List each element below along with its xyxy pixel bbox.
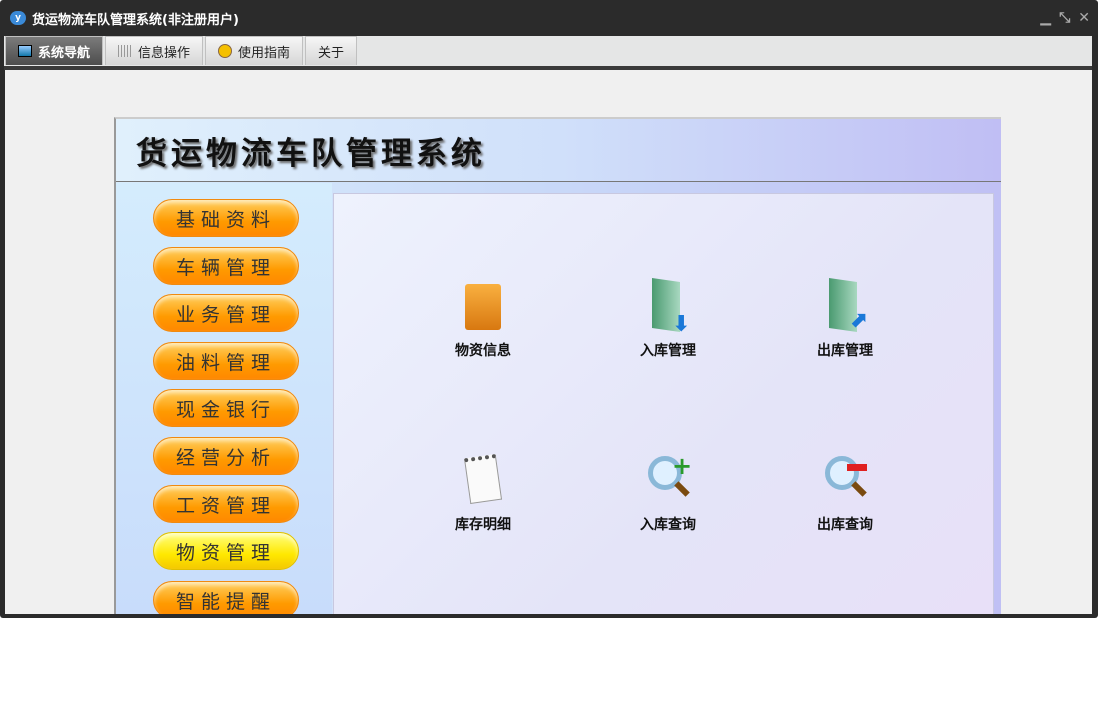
item-material-info[interactable]: 物资信息: [433, 278, 533, 360]
content-area: 货运物流车队管理系统 基础资料 车辆管理 业务管理 油料管理 现金银行 经营分析…: [5, 70, 1092, 614]
menu-analysis[interactable]: 经营分析: [153, 437, 299, 475]
main-panel: 货运物流车队管理系统 基础资料 车辆管理 业务管理 油料管理 现金银行 经营分析…: [114, 117, 1001, 614]
app-title: 货运物流车队管理系统: [136, 135, 486, 172]
menu-basic-data[interactable]: 基础资料: [153, 199, 299, 237]
window-title: 货运物流车队管理系统(非注册用户): [32, 12, 239, 28]
item-label: 出库管理: [817, 343, 873, 359]
restore-icon[interactable]: ⤡: [1059, 10, 1070, 26]
menu-salary[interactable]: 工资管理: [153, 485, 299, 523]
folder-out-icon: ⬈: [821, 278, 869, 334]
tab-label: 使用指南: [238, 45, 291, 61]
help-icon: [218, 44, 233, 58]
menu-fuel[interactable]: 油料管理: [153, 342, 299, 380]
item-label: 入库管理: [640, 343, 696, 359]
title-bar: y 货运物流车队管理系统(非注册用户): [0, 0, 1098, 36]
item-stock-detail[interactable]: 库存明细: [433, 452, 533, 534]
item-outbound-query[interactable]: 出库查询: [795, 452, 895, 534]
side-menu: 基础资料 车辆管理 业务管理 油料管理 现金银行 经营分析 工资管理 物资管理 …: [116, 183, 332, 614]
close-icon[interactable]: ✕: [1078, 10, 1090, 26]
tab-label: 信息操作: [138, 45, 191, 61]
item-label: 库存明细: [455, 517, 511, 533]
tab-info-ops[interactable]: 信息操作: [105, 36, 204, 65]
menu-materials[interactable]: 物资管理: [153, 532, 299, 570]
function-panel: 物资信息 ⬇ 入库管理 ⬈ 出库管理 库存明细 + 入库查询 出库查询: [333, 193, 994, 614]
tab-label: 关于: [318, 45, 345, 61]
app-window: y 货运物流车队管理系统(非注册用户) ▁ ⤡ ✕ 系统导航 信息操作 使用指南…: [0, 0, 1098, 618]
tab-guide[interactable]: 使用指南: [205, 36, 304, 65]
tab-system-nav[interactable]: 系统导航: [5, 36, 104, 65]
notepad-icon: [459, 452, 507, 508]
boxes-icon: [459, 278, 507, 334]
item-inbound-query[interactable]: + 入库查询: [618, 452, 718, 534]
item-outbound[interactable]: ⬈ 出库管理: [795, 278, 895, 360]
menu-cash-bank[interactable]: 现金银行: [153, 389, 299, 427]
grid-icon: [118, 45, 133, 57]
zoom-in-icon: +: [644, 452, 692, 508]
app-logo-icon: y: [10, 11, 26, 25]
item-inbound[interactable]: ⬇ 入库管理: [618, 278, 718, 360]
menu-reminder[interactable]: 智能提醒: [153, 581, 299, 614]
menu-business[interactable]: 业务管理: [153, 294, 299, 332]
item-label: 出库查询: [817, 517, 873, 533]
app-header: 货运物流车队管理系统: [116, 119, 1001, 182]
minimize-icon[interactable]: ▁: [1040, 10, 1051, 26]
folder-in-icon: ⬇: [644, 278, 692, 337]
item-label: 物资信息: [455, 343, 511, 359]
menu-vehicle[interactable]: 车辆管理: [153, 247, 299, 285]
tab-about[interactable]: 关于: [305, 36, 358, 65]
tab-label: 系统导航: [38, 45, 91, 61]
zoom-out-icon: [821, 452, 869, 508]
monitor-icon: [18, 45, 32, 57]
item-label: 入库查询: [640, 517, 696, 533]
tab-bar: 系统导航 信息操作 使用指南 关于: [4, 36, 1092, 66]
